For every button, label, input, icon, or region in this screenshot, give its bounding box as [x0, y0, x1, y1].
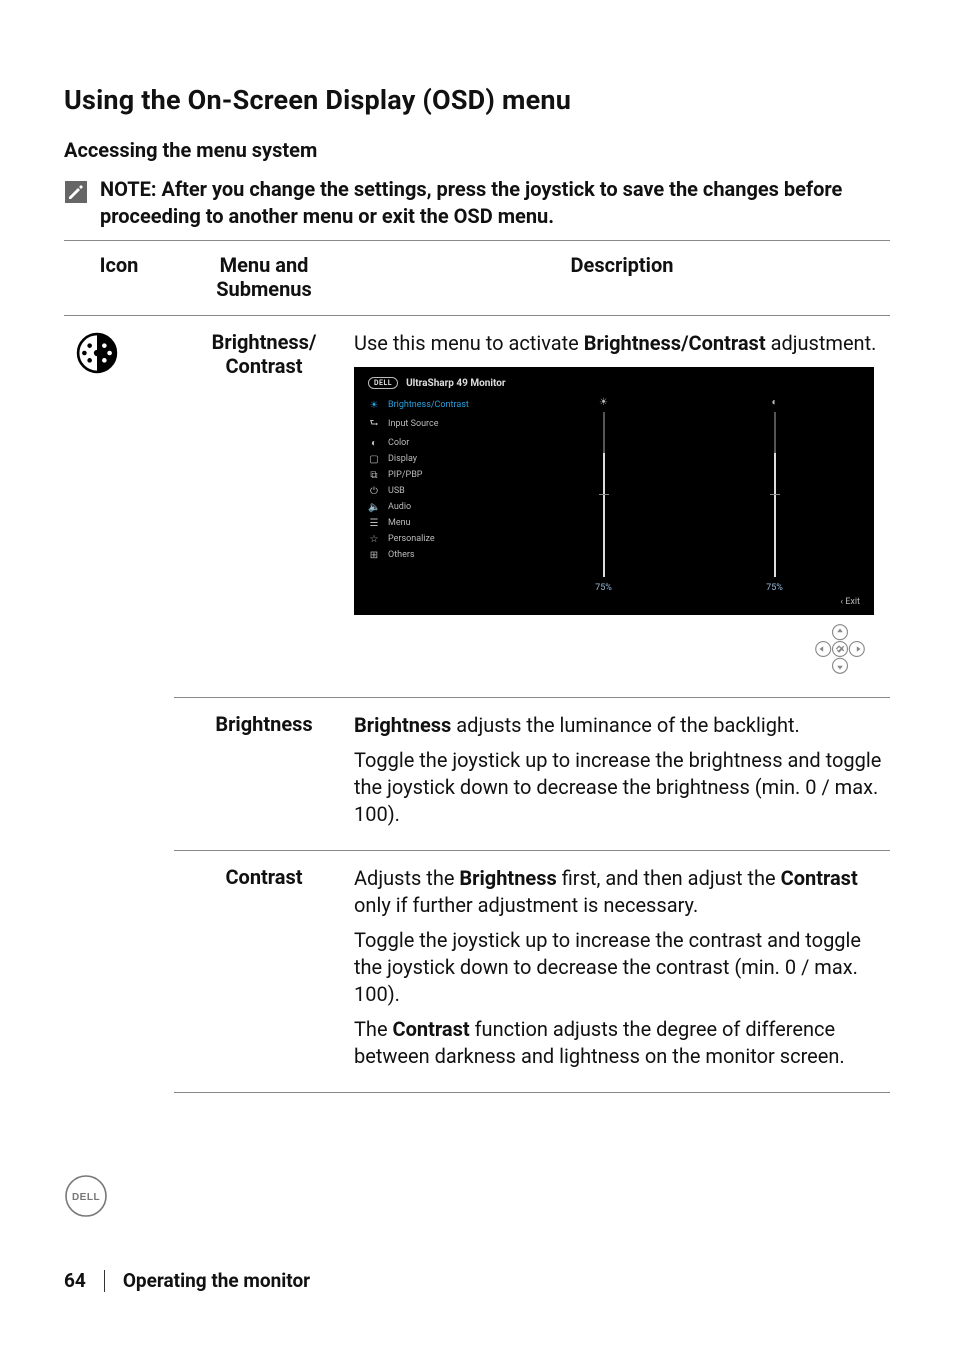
desc-text: Toggle the joystick up to increase the b… — [354, 747, 890, 828]
osd-menu-item-icon: ⧉ — [368, 470, 380, 481]
th-menu: Menu and Submenus — [174, 253, 354, 301]
note-label: NOTE: — [100, 177, 157, 201]
osd-slider: ☀ 75% — [595, 397, 612, 593]
osd-reference-table: Icon Menu and Submenus Description — [64, 247, 890, 1093]
osd-menu-item-icon: ⮑ — [368, 416, 380, 433]
osd-menu-item-icon: 🔈 — [368, 502, 380, 513]
osd-menu-item-label: Brightness/Contrast — [388, 400, 469, 410]
osd-menu-item-label: USB — [388, 486, 405, 496]
desc-bold: Contrast — [393, 1017, 470, 1041]
table-row: Brightness/ Contrast Use this menu to ac… — [64, 322, 890, 691]
desc-text: Toggle the joystick up to increase the c… — [354, 927, 890, 1008]
osd-menu-item-icon: ◐ — [368, 438, 380, 449]
osd-screenshot: DELL UltraSharp 49 Monitor ☀ Brightness/C… — [354, 367, 874, 677]
dell-badge-icon: DELL — [368, 377, 398, 389]
menu-name: Contrast — [174, 865, 354, 889]
dell-logo: DELL — [64, 1174, 108, 1222]
menu-name: Brightness/ Contrast — [174, 330, 354, 378]
osd-menu-item: ⮑ Input Source — [368, 413, 518, 435]
th-desc: Description — [354, 253, 890, 301]
svg-text:DELL: DELL — [72, 1192, 100, 1203]
divider — [64, 240, 890, 241]
divider — [174, 1092, 890, 1093]
divider — [174, 850, 890, 851]
divider — [64, 315, 890, 316]
divider — [174, 697, 890, 698]
desc-bold: Brightness — [459, 866, 556, 890]
menu-name: Brightness — [174, 712, 354, 736]
osd-menu-item: ☀ Brightness/Contrast — [368, 397, 518, 413]
osd-menu-item-label: Audio — [388, 502, 411, 512]
osd-menu-item: ☆ Personalize — [368, 531, 518, 547]
osd-slider-value: 75% — [766, 583, 783, 593]
note-body: After you change the settings, press the… — [100, 177, 842, 228]
osd-menu-item-icon: ⊞ — [368, 550, 380, 561]
desc-bold: Brightness — [354, 713, 451, 737]
footer-divider — [104, 1270, 105, 1292]
osd-menu-list: ☀ Brightness/Contrast ⮑ Input Source ◐ Color ▢… — [368, 397, 518, 597]
osd-menu-item: ▢ Display — [368, 451, 518, 467]
osd-sliders-area: ☀ 75% ◐ 75% — [518, 397, 860, 597]
pencil-note-icon — [64, 180, 88, 204]
desc-text: adjustment. — [766, 331, 877, 355]
osd-menu-item-label: Menu — [388, 518, 411, 528]
osd-exit-hint: ‹ Exit — [840, 597, 860, 607]
osd-menu-item-icon: ☀ — [368, 400, 380, 411]
desc-text: first, and then adjust the — [557, 866, 781, 890]
osd-menu-item-label: Others — [388, 550, 415, 560]
osd-menu-item-icon: ☆ — [368, 534, 380, 545]
joystick-nav-icon — [812, 621, 868, 677]
osd-product-name: UltraSharp 49 Monitor — [406, 378, 506, 389]
osd-slider-track — [774, 412, 776, 577]
desc-text: Adjusts the — [354, 866, 459, 890]
desc-text: Use this menu to activate — [354, 331, 584, 355]
osd-menu-item: ⧉ PIP/PBP — [368, 467, 518, 483]
page-title: Using the On-Screen Display (OSD) menu — [64, 84, 890, 116]
th-icon: Icon — [64, 253, 174, 301]
brightness-contrast-icon — [76, 332, 118, 374]
osd-menu-item: ⊞ Others — [368, 547, 518, 563]
footer-section-title: Operating the monitor — [123, 1269, 310, 1292]
osd-menu-item: ⏻ USB — [368, 483, 518, 499]
table-row: Contrast Adjusts the Brightness first, a… — [64, 857, 890, 1086]
osd-slider-track — [603, 412, 605, 577]
osd-menu-item: ☰ Menu — [368, 515, 518, 531]
desc-text: The — [354, 1017, 393, 1041]
subsection-title: Accessing the menu system — [64, 138, 890, 162]
osd-menu-item-icon: ▢ — [368, 454, 380, 465]
osd-menu-item-label: PIP/PBP — [388, 470, 422, 480]
desc-bold: Contrast — [781, 866, 858, 890]
page-footer: 64 Operating the monitor — [64, 1269, 890, 1292]
osd-menu-item-icon: ⏻ — [368, 486, 380, 497]
desc-text: adjusts the luminance of the backlight. — [451, 713, 799, 737]
osd-menu-item: ◐ Color — [368, 435, 518, 451]
desc-text: only if further adjustment is necessary. — [354, 893, 698, 917]
osd-slider-value: 75% — [595, 583, 612, 593]
osd-slider-icon: ☀ — [599, 397, 608, 408]
osd-menu-item-label: Color — [388, 438, 409, 448]
osd-slider-icon: ◐ — [771, 397, 777, 408]
osd-menu-item-label: Personalize — [388, 534, 435, 544]
osd-menu-item-label: Display — [388, 454, 417, 464]
page-number: 64 — [64, 1269, 86, 1292]
note-callout: NOTE: After you change the settings, pre… — [64, 176, 890, 230]
table-row: Brightness Brightness adjusts the lumina… — [64, 704, 890, 844]
osd-menu-item-label: Input Source — [388, 419, 439, 429]
desc-bold: Brightness/Contrast — [584, 331, 766, 355]
osd-slider: ◐ 75% — [766, 397, 783, 593]
osd-menu-item: 🔈 Audio — [368, 499, 518, 515]
osd-menu-item-icon: ☰ — [368, 518, 380, 529]
